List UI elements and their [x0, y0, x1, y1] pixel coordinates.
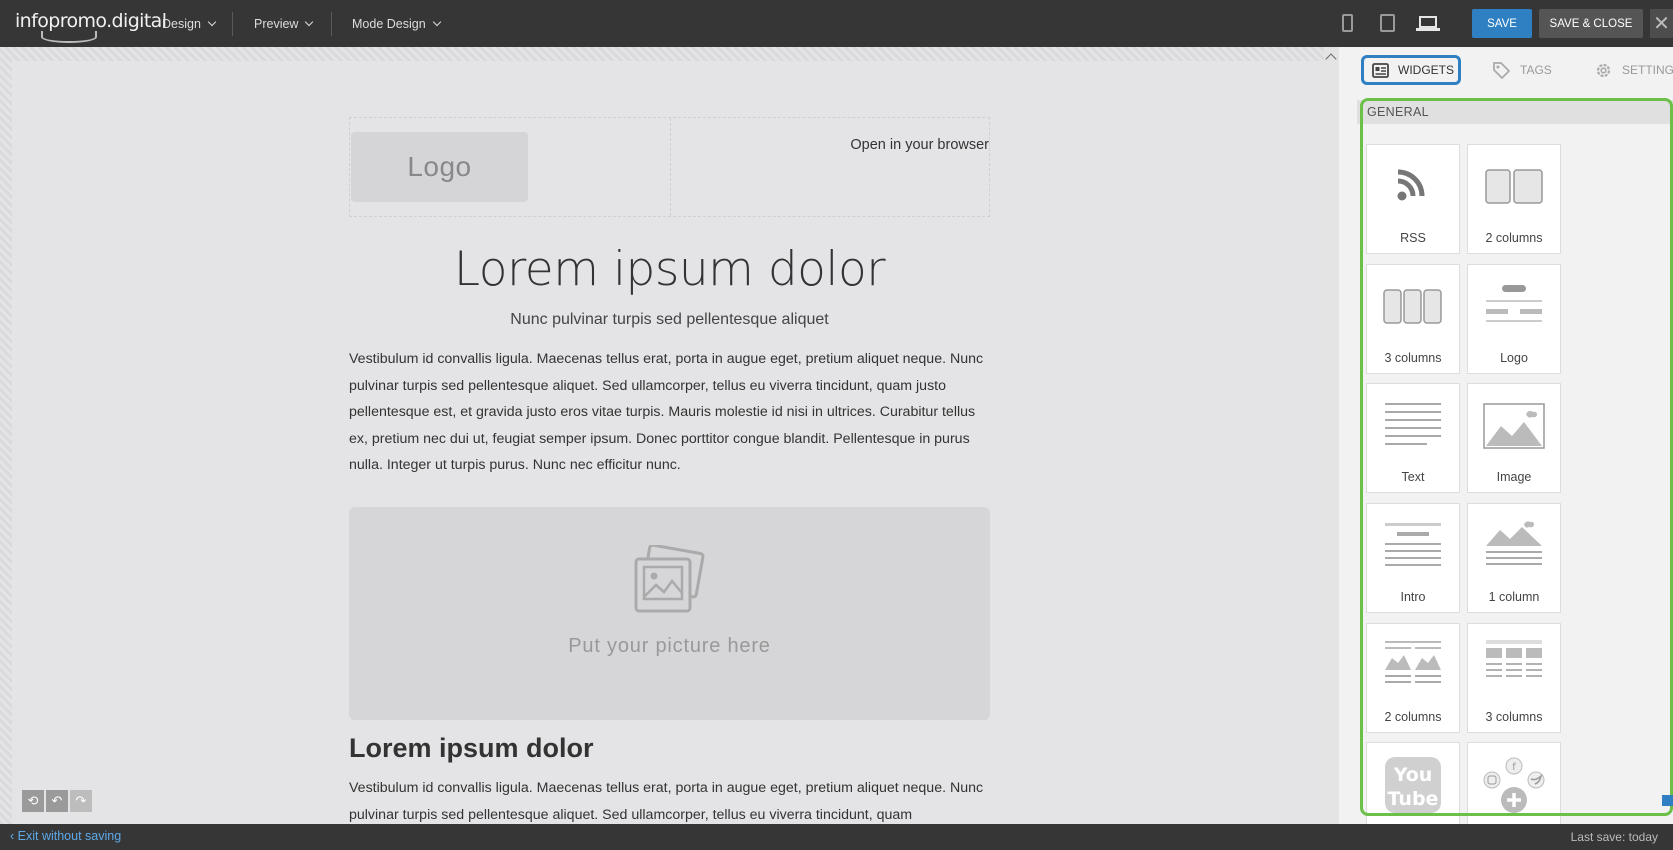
tag-icon [1493, 61, 1510, 79]
tab-widgets-label: WIDGETS [1398, 63, 1454, 77]
email-paragraph-2[interactable]: Vestibulum id convallis ligula. Maecenas… [349, 775, 990, 824]
chevron-down-icon [207, 17, 217, 26]
menu-mode-design[interactable]: Mode Design [352, 0, 441, 47]
bottom-bar: ‹ Exit without saving Last save: today [0, 824, 1673, 850]
close-icon[interactable]: ✕ [1650, 9, 1673, 38]
last-save-status: Last save: today [1570, 830, 1658, 844]
brand-swoosh-icon [41, 31, 97, 43]
history-icon[interactable]: ⟲ [22, 790, 44, 812]
widgets-icon [1372, 62, 1389, 78]
menu-preview[interactable]: Preview [254, 0, 314, 47]
logo-placeholder[interactable]: Logo [351, 132, 528, 202]
history-controls: ⟲ ↶ ↷ [22, 790, 92, 812]
undo-icon[interactable]: ↶ [46, 790, 68, 812]
laptop-icon[interactable] [1416, 14, 1440, 32]
brand-name: infopromo.digital [15, 10, 167, 32]
panel-resize-handle[interactable] [1662, 795, 1673, 806]
menu-divider [331, 12, 332, 36]
email-subtitle[interactable]: Nunc pulvinar turpis sed pellentesque al… [349, 311, 990, 329]
chevron-down-icon [432, 17, 441, 26]
top-bar: infopromo.digital Design Preview Mode De… [0, 0, 1673, 47]
menu-preview-label: Preview [254, 16, 299, 31]
menu-design[interactable]: Design [162, 0, 217, 47]
email-title[interactable]: Lorem ipsum dolor [349, 242, 990, 297]
image-placeholder[interactable]: Put your picture here [349, 507, 990, 720]
phone-icon[interactable] [1342, 14, 1353, 32]
widget-panel: WIDGETS TAGS SETTING GENERAL RSS 2 colum… [1339, 47, 1673, 824]
menu-design-label: Design [162, 16, 201, 31]
menu-divider [232, 12, 233, 36]
email-template: Logo Open in your browser Lorem ipsum do… [349, 47, 990, 824]
tab-setting-label: SETTING [1622, 63, 1673, 77]
vertical-scrollbar[interactable] [1324, 47, 1339, 824]
brand-logo[interactable]: infopromo.digital [15, 10, 167, 43]
widgets-highlight-frame [1360, 98, 1673, 816]
save-button[interactable]: SAVE [1472, 9, 1532, 38]
image-icon [634, 545, 705, 613]
section-title[interactable]: Lorem ipsum dolor [349, 733, 594, 764]
image-placeholder-text: Put your picture here [568, 635, 771, 657]
email-paragraph[interactable]: Vestibulum id convallis ligula. Maecenas… [349, 346, 990, 479]
tab-tags-label: TAGS [1520, 63, 1552, 77]
chevron-down-icon [305, 17, 314, 26]
redo-icon[interactable]: ↷ [70, 790, 92, 812]
tab-tags[interactable]: TAGS [1492, 55, 1552, 85]
menu-mode-design-label: Mode Design [352, 16, 426, 31]
save-and-close-button[interactable]: SAVE & CLOSE [1539, 9, 1643, 38]
tab-setting[interactable]: SETTING [1594, 55, 1673, 85]
exit-label: Exit without saving [17, 829, 122, 843]
gear-icon [1596, 63, 1611, 77]
canvas-left-margin [0, 47, 12, 824]
editor-canvas[interactable]: Logo Open in your browser Lorem ipsum do… [0, 47, 1339, 824]
exit-without-saving-link[interactable]: ‹ Exit without saving [10, 829, 121, 843]
tab-widgets[interactable]: WIDGETS [1361, 55, 1461, 85]
open-in-browser-link[interactable]: Open in your browser [850, 137, 989, 153]
tablet-icon[interactable] [1380, 14, 1395, 32]
